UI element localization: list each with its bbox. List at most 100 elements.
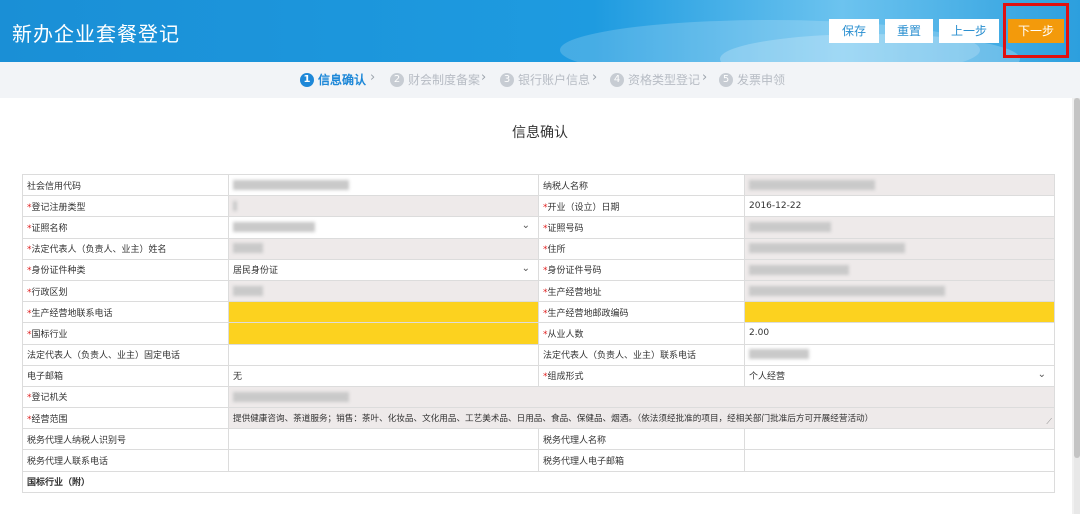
certificate-number-field[interactable] xyxy=(744,216,1055,239)
business-postcode-field[interactable] xyxy=(744,301,1055,324)
resize-handle-icon[interactable]: ⟋ xyxy=(1046,417,1052,427)
step-number: 3 xyxy=(500,72,514,87)
field-label: *从业人数 xyxy=(538,322,745,345)
step-label: 银行账户信息 xyxy=(518,73,591,87)
field-label: *开业（设立）日期 xyxy=(538,195,745,218)
field-label: *登记注册类型 xyxy=(22,195,229,218)
email-field[interactable]: 无 xyxy=(228,364,539,387)
field-label: 社会信用代码 xyxy=(22,173,229,197)
table-row: 法定代表人（负责人、业主）固定电话 法定代表人（负责人、业主）联系电话 xyxy=(22,343,1055,366)
field-label: *身份证件种类 xyxy=(22,258,229,281)
app-header: 新办企业套餐登记 保存 重置 上一步 下一步 xyxy=(0,0,1080,62)
registration-form-table: 社会信用代码 纳税人名称 *登记注册类型 *开业（设立）日期 2016-12-2… xyxy=(22,173,1055,493)
agent-name-field[interactable] xyxy=(744,428,1055,451)
table-row: *登记注册类型 *开业（设立）日期 2016-12-22 xyxy=(22,195,1055,218)
save-button[interactable]: 保存 xyxy=(829,19,879,43)
table-row: *法定代表人（负责人、业主）姓名 *住所 xyxy=(22,237,1055,260)
admin-region-field[interactable] xyxy=(228,279,539,303)
chevron-right-icon: › xyxy=(592,70,598,85)
id-type-select[interactable]: 居民身份证 ⌄ xyxy=(228,258,539,281)
field-label: *法定代表人（负责人、业主）姓名 xyxy=(22,237,229,260)
table-row: 税务代理人纳税人识别号 税务代理人名称 xyxy=(22,428,1055,451)
step-1[interactable]: 1 信息确认 xyxy=(300,71,366,88)
field-label: *组成形式 xyxy=(538,364,745,387)
business-phone-field[interactable] xyxy=(228,301,539,324)
registration-type-field[interactable] xyxy=(228,195,539,218)
step-number: 2 xyxy=(390,72,404,87)
chevron-right-icon: › xyxy=(702,70,708,85)
industry-field[interactable] xyxy=(228,322,539,345)
taxpayer-name-field[interactable] xyxy=(744,173,1055,197)
chevron-right-icon: › xyxy=(481,70,487,85)
legal-mobile-field[interactable] xyxy=(744,343,1055,366)
credit-code-field[interactable] xyxy=(228,173,539,197)
field-label: *住所 xyxy=(538,237,745,260)
table-row: *行政区划 *生产经营地址 xyxy=(22,279,1055,303)
field-label: 税务代理人名称 xyxy=(538,428,745,451)
field-label: 电子邮箱 xyxy=(22,364,229,387)
step-label: 资格类型登记 xyxy=(628,73,701,87)
field-label: *生产经营地址 xyxy=(538,279,745,303)
annotation-highlight-box xyxy=(1003,3,1069,58)
address-field[interactable] xyxy=(744,237,1055,260)
table-row: 国标行业（附） xyxy=(22,470,1055,493)
app-title: 新办企业套餐登记 xyxy=(12,22,180,46)
field-label: *生产经营地联系电话 xyxy=(22,301,229,324)
main-content: 信息确认 社会信用代码 纳税人名称 *登记注册类型 *开业（设立）日期 2016… xyxy=(0,98,1072,514)
id-number-field[interactable] xyxy=(744,258,1055,281)
step-progress-bar: 1 信息确认 › 2 财会制度备案 › 3 银行账户信息 › 4 资格类型登记 … xyxy=(0,62,1080,98)
employees-field[interactable]: 2.00 xyxy=(744,322,1055,345)
prev-step-button[interactable]: 上一步 xyxy=(939,19,999,43)
legal-rep-name-field[interactable] xyxy=(228,237,539,260)
agent-taxpayer-id-field[interactable] xyxy=(228,428,539,451)
field-label: 法定代表人（负责人、业主）联系电话 xyxy=(538,343,745,366)
reset-button[interactable]: 重置 xyxy=(885,19,933,43)
field-label: 法定代表人（负责人、业主）固定电话 xyxy=(22,343,229,366)
field-label: 纳税人名称 xyxy=(538,173,745,197)
step-5[interactable]: 5 发票申领 xyxy=(719,71,785,88)
field-label: *经营范围 xyxy=(22,407,229,430)
field-label: *证照号码 xyxy=(538,216,745,239)
field-label: 税务代理人电子邮箱 xyxy=(538,449,745,472)
open-date-field[interactable]: 2016-12-22 xyxy=(744,195,1055,218)
certificate-name-select[interactable]: ⌄ xyxy=(228,216,539,239)
step-2[interactable]: 2 财会制度备案 xyxy=(390,71,480,88)
step-label: 发票申领 xyxy=(737,73,786,87)
chevron-down-icon: ⌄ xyxy=(521,220,530,232)
step-label: 信息确认 xyxy=(318,73,367,87)
field-label: *身份证件号码 xyxy=(538,258,745,281)
business-scope-textarea[interactable]: 提供健康咨询、茶道服务；销售：茶叶、化妆品、文化用品、工艺美术品、日用品、食品、… xyxy=(228,407,1055,430)
table-row: *证照名称 ⌄ *证照号码 xyxy=(22,216,1055,239)
field-label: 税务代理人纳税人识别号 xyxy=(22,428,229,451)
registration-authority-field[interactable] xyxy=(228,385,1055,409)
table-row: *登记机关 xyxy=(22,385,1055,409)
table-row: *身份证件种类 居民身份证 ⌄ *身份证件号码 xyxy=(22,258,1055,281)
step-4[interactable]: 4 资格类型登记 xyxy=(610,71,700,88)
step-number: 4 xyxy=(610,72,624,87)
field-label: *行政区划 xyxy=(22,279,229,303)
field-label: *证照名称 xyxy=(22,216,229,239)
table-row: *经营范围 提供健康咨询、茶道服务；销售：茶叶、化妆品、文化用品、工艺美术品、日… xyxy=(22,407,1055,430)
table-row: *国标行业 *从业人数 2.00 xyxy=(22,322,1055,345)
chevron-down-icon: ⌄ xyxy=(521,262,530,274)
field-label: *生产经营地邮政编码 xyxy=(538,301,745,324)
chevron-right-icon: › xyxy=(370,70,376,85)
step-number: 1 xyxy=(300,72,314,87)
scrollbar-thumb[interactable] xyxy=(1074,98,1080,458)
table-row: 税务代理人联系电话 税务代理人电子邮箱 xyxy=(22,449,1055,472)
agent-phone-field[interactable] xyxy=(228,449,539,472)
vertical-scrollbar[interactable] xyxy=(1074,98,1080,514)
org-form-select[interactable]: 个人经营 ⌄ xyxy=(744,364,1055,387)
table-row: 电子邮箱 无 *组成形式 个人经营 ⌄ xyxy=(22,364,1055,387)
step-3[interactable]: 3 银行账户信息 xyxy=(500,71,590,88)
step-number: 5 xyxy=(719,72,733,87)
agent-email-field[interactable] xyxy=(744,449,1055,472)
field-label: *国标行业 xyxy=(22,322,229,345)
page-title: 信息确认 xyxy=(512,125,568,141)
field-label: 税务代理人联系电话 xyxy=(22,449,229,472)
field-label: *登记机关 xyxy=(22,385,229,409)
business-address-field[interactable] xyxy=(744,279,1055,303)
chevron-down-icon: ⌄ xyxy=(1037,368,1046,380)
step-label: 财会制度备案 xyxy=(408,73,481,87)
legal-fixed-phone-field[interactable] xyxy=(228,343,539,366)
